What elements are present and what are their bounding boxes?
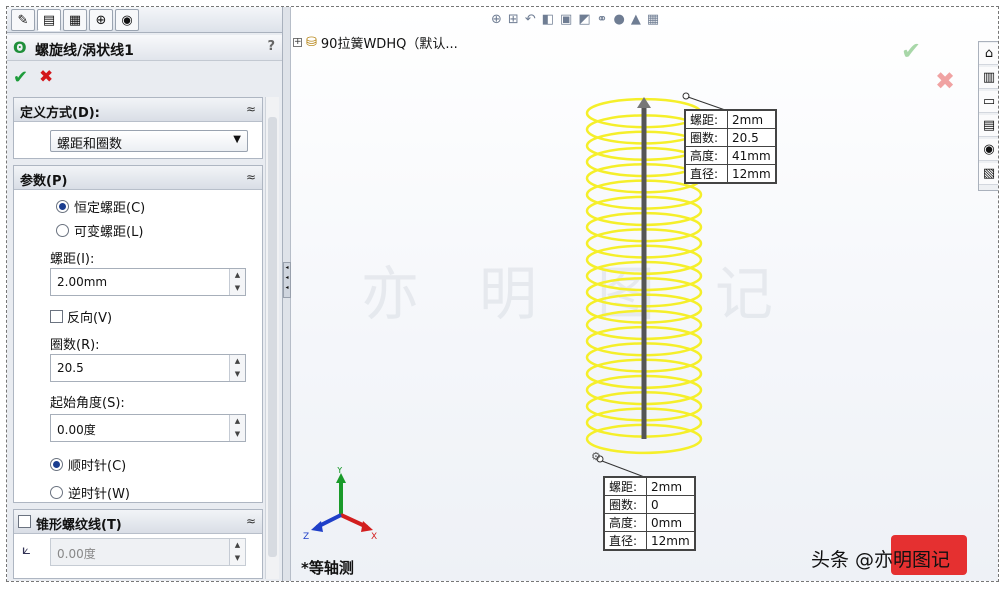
revolutions-spinner[interactable]: ▲ ▼ [229, 355, 245, 381]
manager-tabs: ✎ ▤ ▦ ⊕ ◉ [7, 7, 282, 33]
view-orientation-label: *等轴测 [301, 559, 354, 577]
z-arrow-head [311, 521, 323, 532]
feature-title: 螺旋线/涡状线1 [35, 43, 134, 59]
callout-row: 螺距: 2mm [685, 110, 776, 129]
display-manager-icon[interactable]: ◉ [115, 9, 139, 31]
callout-row: 高度: 41mm [685, 146, 776, 165]
variable-pitch-radio[interactable] [56, 223, 69, 237]
author-signature: 头条 @亦明图记 [811, 549, 951, 571]
pitch-label: 螺距(I): [50, 252, 95, 267]
variable-pitch-option[interactable]: 可变螺距(L) [56, 220, 143, 240]
parameters-title: 参数(P) [20, 174, 68, 189]
revolutions-label: 圈数(R): [50, 338, 100, 353]
panel-scrollbar[interactable] [265, 97, 279, 579]
pitch-spinner[interactable]: ▲ ▼ [229, 269, 245, 295]
constant-pitch-radio[interactable] [56, 199, 69, 213]
graphics-area[interactable]: 亦明图记 ⊕ ⊞ ↶ ◧ ▣ ◩ ⚭ ● ▲ ▦ + ⛁ 90拉簧WDHQ（默认… [291, 7, 998, 581]
cancel-x-icon[interactable]: ✖ [39, 67, 53, 87]
counterclockwise-radio[interactable] [50, 485, 63, 499]
define-by-select[interactable]: 螺距和圈数 ▼ [50, 130, 248, 152]
ok-check-icon[interactable]: ✔ [13, 67, 28, 88]
callout-row: 直径: 12mm [685, 164, 776, 183]
counterclockwise-option[interactable]: 逆时针(W) [50, 482, 130, 502]
callout-row: 高度: 0mm [604, 513, 695, 532]
y-axis-label: Y [336, 467, 343, 476]
reference-triad: Y X Z [303, 467, 377, 542]
end-point-handle[interactable] [682, 92, 690, 100]
taper-angle-spinner: ▲ ▼ [229, 539, 245, 565]
help-button[interactable]: ? [267, 39, 275, 54]
scrollbar-thumb[interactable] [268, 117, 277, 557]
taper-helix-title: 锥形螺纹线(T) [36, 518, 122, 533]
callout-row: 圈数: 0 [604, 495, 695, 514]
callout-row: 圈数: 20.5 [685, 128, 776, 147]
collapse-icon[interactable]: ≈ [246, 100, 256, 118]
top-callout[interactable]: 螺距: 2mm 圈数: 20.5 高度: 41mm 直径: 12mm [684, 109, 777, 184]
clockwise-label: 顺时针(C) [68, 458, 127, 474]
confirm-actions: ✔ ✖ [7, 63, 282, 93]
configuration-manager-icon[interactable]: ▦ [63, 9, 87, 31]
clockwise-radio[interactable] [50, 457, 63, 471]
clockwise-option[interactable]: 顺时针(C) [50, 454, 126, 474]
helix-feature-icon: ʘ [13, 38, 27, 57]
revolutions-input[interactable]: 20.5 ▲ ▼ [50, 354, 246, 382]
define-by-value: 螺距和圈数 [57, 137, 123, 152]
reverse-label: 反向(V) [67, 310, 113, 326]
z-axis-label: Z [303, 532, 309, 542]
start-angle-spinner[interactable]: ▲ ▼ [229, 415, 245, 441]
pitch-input[interactable]: 2.00mm ▲ ▼ [50, 268, 246, 296]
constant-pitch-label: 恒定螺距(C) [74, 200, 146, 216]
bottom-callout[interactable]: 螺距: 2mm 圈数: 0 高度: 0mm 直径: 12mm [603, 476, 696, 551]
define-by-header[interactable]: 定义方式(D): ≈ [14, 98, 262, 122]
feature-manager-icon[interactable]: ✎ [11, 9, 35, 31]
taper-helix-header[interactable]: 锥形螺纹线(T) ≈ [14, 510, 262, 534]
define-by-title: 定义方式(D): [20, 106, 100, 121]
collapse-icon[interactable]: ≈ [246, 168, 256, 186]
counterclockwise-label: 逆时针(W) [68, 486, 130, 502]
callout-row: 螺距: 2mm [604, 477, 695, 496]
collapse-icon[interactable]: ≈ [246, 512, 256, 530]
define-by-group: 定义方式(D): ≈ 螺距和圈数 ▼ [13, 97, 263, 159]
app-frame: ✎ ▤ ▦ ⊕ ◉ ʘ 螺旋线/涡状线1 ? ✔ ✖ 定义方式(D): ≈ 螺距… [6, 6, 999, 582]
dropdown-arrow-icon: ▼ [233, 134, 241, 145]
start-angle-label: 起始角度(S): [50, 396, 125, 411]
x-arrow-head [361, 521, 373, 532]
variable-pitch-label: 可变螺距(L) [74, 224, 144, 240]
dim-expert-icon[interactable]: ⊕ [89, 9, 113, 31]
feature-title-bar: ʘ 螺旋线/涡状线1 ? [7, 35, 282, 61]
start-angle-input[interactable]: 0.00度 ▲ ▼ [50, 414, 246, 442]
reverse-option[interactable]: 反向(V) [50, 306, 112, 326]
taper-helix-group: 锥形螺纹线(T) ≈ ⟀ 0.00度 ▲ ▼ [13, 509, 263, 579]
constant-pitch-option[interactable]: 恒定螺距(C) [56, 196, 145, 216]
splitter-grip-icon[interactable]: ◂ ◂ ◂ [283, 262, 291, 298]
taper-angle-input: 0.00度 ▲ ▼ [50, 538, 246, 566]
pitch-value: 2.00mm [57, 275, 108, 289]
parameters-group: 参数(P) ≈ 恒定螺距(C) 可变螺距(L) 螺距(I): 2.00mm ▲ ▼… [13, 165, 263, 503]
taper-helix-checkbox[interactable] [18, 515, 31, 528]
property-manager-icon[interactable]: ▤ [37, 9, 61, 31]
taper-angle-value: 0.00度 [57, 547, 96, 561]
reverse-checkbox[interactable] [50, 309, 63, 323]
start-anchor-icon: ⚙ [591, 450, 601, 463]
taper-angle-icon: ⟀ [22, 540, 31, 558]
x-axis-label: X [371, 532, 377, 542]
revolutions-value: 20.5 [57, 361, 84, 375]
callout-row: 直径: 12mm [604, 531, 695, 550]
parameters-header[interactable]: 参数(P) ≈ [14, 166, 262, 190]
panel-splitter[interactable]: ◂ ◂ ◂ [283, 7, 291, 581]
start-angle-value: 0.00度 [57, 423, 96, 437]
property-manager-panel: ✎ ▤ ▦ ⊕ ◉ ʘ 螺旋线/涡状线1 ? ✔ ✖ 定义方式(D): ≈ 螺距… [7, 7, 283, 581]
